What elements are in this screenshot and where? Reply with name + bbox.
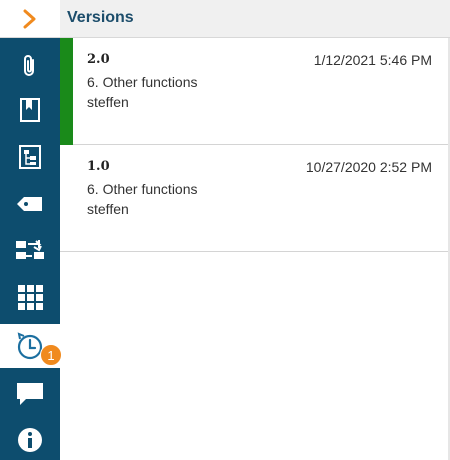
tags-button[interactable] [0,182,60,226]
structure-icon [18,144,42,170]
bookmark-icon [19,97,41,123]
transfer-icon [15,238,45,262]
version-description: 6. Other functions [87,181,198,197]
version-date: 10/27/2020 2:52 PM [305,159,432,175]
version-date: 1/12/2021 5:46 PM [313,52,432,68]
version-item[interactable]: 1.0 10/27/2020 2:52 PM 6. Other function… [60,145,448,252]
info-button[interactable] [0,418,60,460]
history-count-badge: 1 [40,344,62,366]
version-item[interactable]: 2.0 1/12/2021 5:46 PM 6. Other functions… [60,38,448,145]
comments-button[interactable] [0,372,60,416]
grid-icon [17,284,43,310]
paperclip-icon [19,53,41,79]
transfer-button[interactable] [0,228,60,272]
panel-title: Versions [60,0,450,38]
tag-icon [16,196,44,212]
info-icon [17,427,43,453]
bookmarks-button[interactable] [0,88,60,132]
attachments-button[interactable] [0,44,60,88]
structure-button[interactable] [0,135,60,179]
comment-icon [16,382,44,406]
version-author: steffen [87,94,129,110]
expand-panel-button[interactable] [0,0,60,38]
grid-button[interactable] [0,275,60,319]
chevron-right-icon [22,9,38,29]
version-list: 2.0 1/12/2021 5:46 PM 6. Other functions… [60,38,448,252]
version-author: steffen [87,201,129,217]
sidebar-rail: 1 [0,0,62,460]
version-description: 6. Other functions [87,74,198,90]
